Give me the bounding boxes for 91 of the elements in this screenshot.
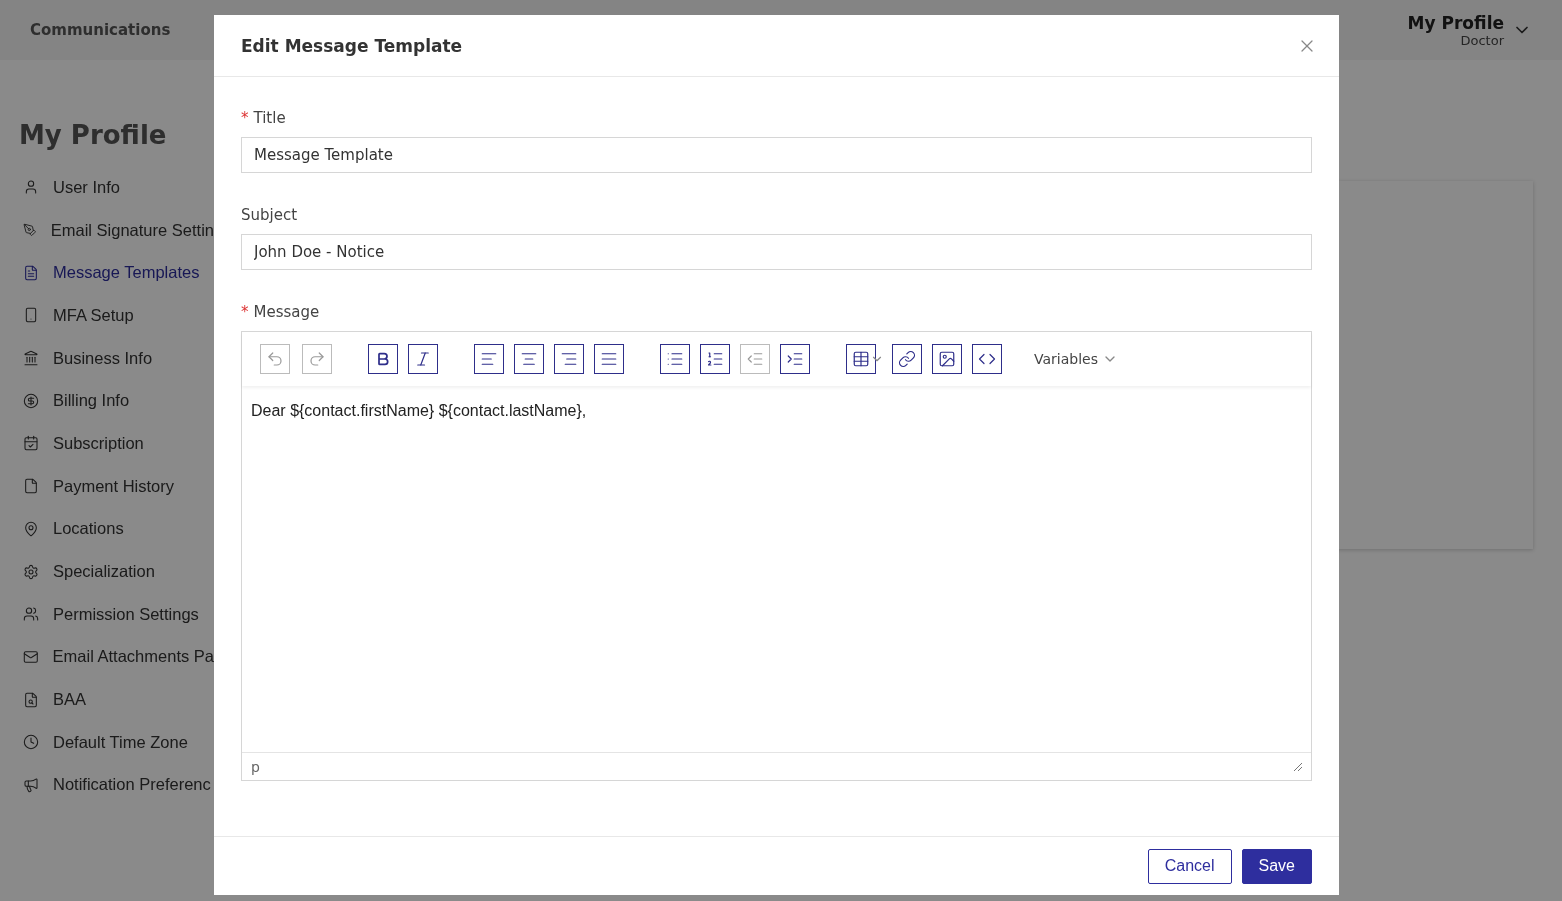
sidebar-item[interactable]: Email Attachments Pa <box>19 635 214 679</box>
document-icon <box>23 264 39 281</box>
megaphone-icon <box>23 776 39 793</box>
profile-name[interactable]: My Profile <box>1407 12 1504 33</box>
text-field[interactable]: Message Template <box>241 137 1312 173</box>
image-icon <box>938 350 956 368</box>
sidebar-item[interactable]: Billing Info <box>19 379 214 423</box>
align-left-icon <box>480 350 498 368</box>
page-title: My Profile <box>19 120 168 150</box>
required-mark: * <box>241 109 249 127</box>
align-left-button[interactable] <box>474 344 504 374</box>
mail-icon <box>23 648 39 665</box>
field-label: Title <box>253 109 286 127</box>
resize-handle-icon[interactable] <box>1293 761 1303 772</box>
indent-button[interactable] <box>780 344 810 374</box>
variables-dropdown[interactable]: Variables <box>1034 351 1118 367</box>
sidebar-item[interactable]: Payment History <box>19 464 214 508</box>
field-label: Message <box>253 303 320 321</box>
link-button[interactable] <box>892 344 922 374</box>
bank-icon <box>23 350 39 367</box>
calendar-icon <box>23 435 39 452</box>
file-icon <box>23 478 39 495</box>
sidebar-item[interactable]: Specialization <box>19 550 214 593</box>
clock-icon <box>23 734 39 751</box>
settings-icon <box>23 563 39 580</box>
bullet-list-icon <box>666 350 684 368</box>
link-icon <box>898 350 916 368</box>
required-mark: * <box>241 303 249 321</box>
location-pin-icon <box>23 520 39 537</box>
sidebar-label: Subscription <box>53 433 144 453</box>
text-field[interactable]: John Doe - Notice <box>241 234 1312 270</box>
sidebar-item[interactable]: Locations <box>19 507 214 551</box>
align-right-icon <box>560 350 578 368</box>
italic-icon <box>414 350 432 368</box>
sidebar-item[interactable]: BAA <box>19 678 214 721</box>
sidebar-label: BAA <box>53 690 87 710</box>
sidebar-item[interactable]: Subscription <box>19 422 214 465</box>
sidebar-label: Locations <box>53 519 124 539</box>
redo-icon <box>308 350 326 368</box>
code-button[interactable] <box>972 344 1002 374</box>
pen-icon <box>23 222 37 239</box>
align-center-icon <box>520 350 538 368</box>
element-path: p <box>251 758 260 775</box>
dollar-icon <box>23 392 39 409</box>
profile-role: Doctor <box>1460 32 1504 48</box>
sidebar-label: Payment History <box>53 476 175 496</box>
sidebar-item[interactable]: Email Signature Settin <box>19 208 214 252</box>
sidebar-item[interactable]: Permission Settings <box>19 592 214 636</box>
table-icon <box>852 350 870 368</box>
user-icon <box>23 179 39 196</box>
cancel-button[interactable]: Cancel <box>1147 848 1232 884</box>
dialog-title: Edit Message Template <box>241 35 463 56</box>
document-search-icon <box>23 691 39 708</box>
sidebar-item[interactable]: MFA Setup <box>19 294 214 337</box>
sidebar-label: Message Templates <box>53 263 200 283</box>
nav-tab[interactable]: Communications <box>30 21 171 39</box>
numbered-list-button[interactable] <box>700 344 730 374</box>
field-label: Subject <box>241 206 298 224</box>
sidebar-label: Business Info <box>53 348 153 368</box>
sidebar-label: User Info <box>53 177 120 197</box>
indent-icon <box>786 350 804 368</box>
sidebar-item[interactable]: Message Templates <box>19 251 214 295</box>
sidebar-item[interactable]: User Info <box>19 166 214 209</box>
sidebar-label: Email Attachments Pa <box>52 647 214 667</box>
align-center-button[interactable] <box>514 344 544 374</box>
sidebar-item[interactable]: Business Info <box>19 336 214 380</box>
align-right-button[interactable] <box>554 344 584 374</box>
bold-button[interactable] <box>368 344 398 374</box>
editor-content[interactable]: Dear ${contact.firstName} ${contact.lastName}, <box>242 386 1311 752</box>
align-justify-button[interactable] <box>594 344 624 374</box>
table-button[interactable] <box>846 344 876 374</box>
outdent-icon <box>746 350 764 368</box>
bold-icon <box>375 351 391 367</box>
sidebar-label: Email Signature Settin <box>50 220 214 240</box>
image-button[interactable] <box>932 344 962 374</box>
italic-button[interactable] <box>408 344 438 374</box>
sidebar-label: Billing Info <box>53 391 130 411</box>
sidebar-item[interactable]: Notification Preferenc <box>19 763 214 807</box>
sidebar-label: Notification Preferenc <box>53 775 211 795</box>
numbered-list-icon <box>706 350 724 368</box>
sidebar-item[interactable]: Default Time Zone <box>19 720 214 764</box>
sidebar-label: MFA Setup <box>53 305 134 325</box>
sidebar-label: Default Time Zone <box>53 732 188 752</box>
sidebar-label: Specialization <box>53 562 155 582</box>
align-justify-icon <box>600 350 618 368</box>
bullet-list-button[interactable] <box>660 344 690 374</box>
users-icon <box>23 606 39 623</box>
phone-icon <box>23 307 39 324</box>
undo-icon <box>266 350 284 368</box>
sidebar-label: Permission Settings <box>53 604 199 624</box>
save-button[interactable]: Save <box>1241 848 1312 884</box>
